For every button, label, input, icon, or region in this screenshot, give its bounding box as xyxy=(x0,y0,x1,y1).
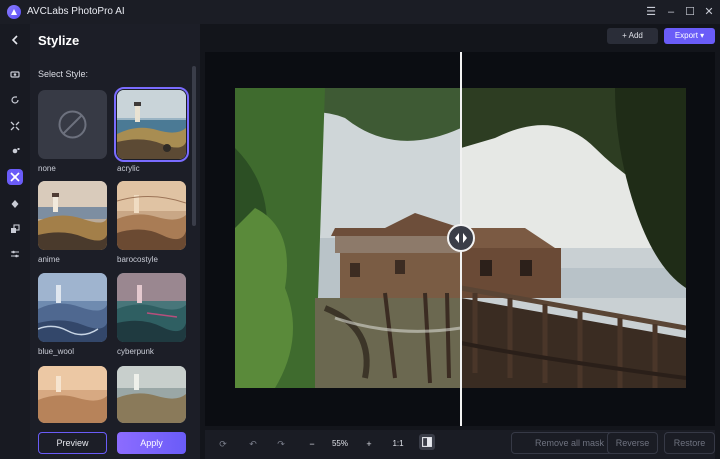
split-view-icon xyxy=(422,437,432,447)
panel-scrollbar[interactable] xyxy=(192,66,196,226)
chevron-down-icon: ▾ xyxy=(700,31,705,40)
preview-button[interactable]: Preview xyxy=(38,432,107,454)
style-tile-anime[interactable] xyxy=(38,181,107,250)
title-bar: AVCLabs PhotoPro AI ☰ – ☐ ✕ xyxy=(0,0,720,24)
style-tile-barocostyle[interactable] xyxy=(117,181,186,250)
export-button[interactable]: Export ▾ xyxy=(664,28,715,44)
adjust-icon[interactable] xyxy=(7,246,23,262)
portrait-icon[interactable] xyxy=(7,144,23,160)
apply-button[interactable]: Apply xyxy=(117,432,186,454)
color-icon[interactable] xyxy=(7,196,23,212)
actual-size-button[interactable]: 1:1 xyxy=(390,436,406,452)
style-tile-acrylic[interactable] xyxy=(114,87,189,162)
menu-icon[interactable]: ☰ xyxy=(642,3,660,21)
style-tile-blue-wool[interactable] xyxy=(38,273,107,342)
tool-rail xyxy=(0,24,30,459)
zoom-out-button[interactable]: − xyxy=(305,436,319,452)
cyberpunk-thumbnail xyxy=(117,273,186,342)
app-title: AVCLabs PhotoPro AI xyxy=(27,6,125,17)
reset-icon[interactable]: ⟳ xyxy=(216,436,230,452)
style-label-barocostyle: barocostyle xyxy=(117,255,158,264)
style-7-thumbnail xyxy=(38,366,107,423)
compare-toggle-button[interactable] xyxy=(419,434,435,450)
original-half xyxy=(460,88,686,388)
style-label-acrylic: acrylic xyxy=(117,164,140,173)
zoom-level: 55% xyxy=(331,439,348,448)
stylize-icon[interactable] xyxy=(7,169,23,185)
restore-button[interactable]: Restore xyxy=(664,432,715,454)
add-button[interactable]: + Add xyxy=(607,28,658,44)
app-logo-icon xyxy=(7,5,21,19)
style-label-none: none xyxy=(38,164,56,173)
style-label-anime: anime xyxy=(38,255,60,264)
stylized-half xyxy=(235,88,462,388)
select-style-label: Select Style: xyxy=(38,69,89,79)
layers-icon[interactable] xyxy=(7,221,23,237)
panel-title: Stylize xyxy=(38,33,80,48)
barocostyle-thumbnail xyxy=(117,181,186,250)
rotate-icon[interactable] xyxy=(7,92,23,108)
none-icon xyxy=(58,110,87,139)
export-label: Export xyxy=(674,31,698,40)
style-tile-8[interactable] xyxy=(117,366,186,423)
maximize-button[interactable]: ☐ xyxy=(681,3,699,21)
compare-slider-handle[interactable] xyxy=(447,224,475,252)
minimize-button[interactable]: – xyxy=(662,3,680,21)
style-label-cyberpunk: cyberpunk xyxy=(117,347,154,356)
blue-wool-thumbnail xyxy=(38,273,107,342)
arrows-left-right-icon xyxy=(455,233,467,243)
close-button[interactable]: ✕ xyxy=(700,3,718,21)
style-label-blue-wool: blue_wool xyxy=(38,347,75,356)
style-8-thumbnail xyxy=(117,366,186,423)
redo-icon[interactable]: ↷ xyxy=(274,436,288,452)
anime-thumbnail xyxy=(38,181,107,250)
style-tile-7[interactable] xyxy=(38,366,107,423)
expand-icon[interactable] xyxy=(7,118,23,134)
zoom-in-button[interactable]: + xyxy=(362,436,376,452)
stylize-panel: Stylize Select Style: none acrylic anime… xyxy=(30,24,200,459)
back-icon[interactable] xyxy=(7,32,23,48)
acrylic-thumbnail xyxy=(117,90,186,159)
style-tile-none[interactable] xyxy=(38,90,107,159)
style-tile-cyberpunk[interactable] xyxy=(117,273,186,342)
undo-icon[interactable]: ↶ xyxy=(246,436,260,452)
eraser-icon[interactable] xyxy=(7,66,23,82)
reverse-button[interactable]: Reverse xyxy=(607,432,658,454)
